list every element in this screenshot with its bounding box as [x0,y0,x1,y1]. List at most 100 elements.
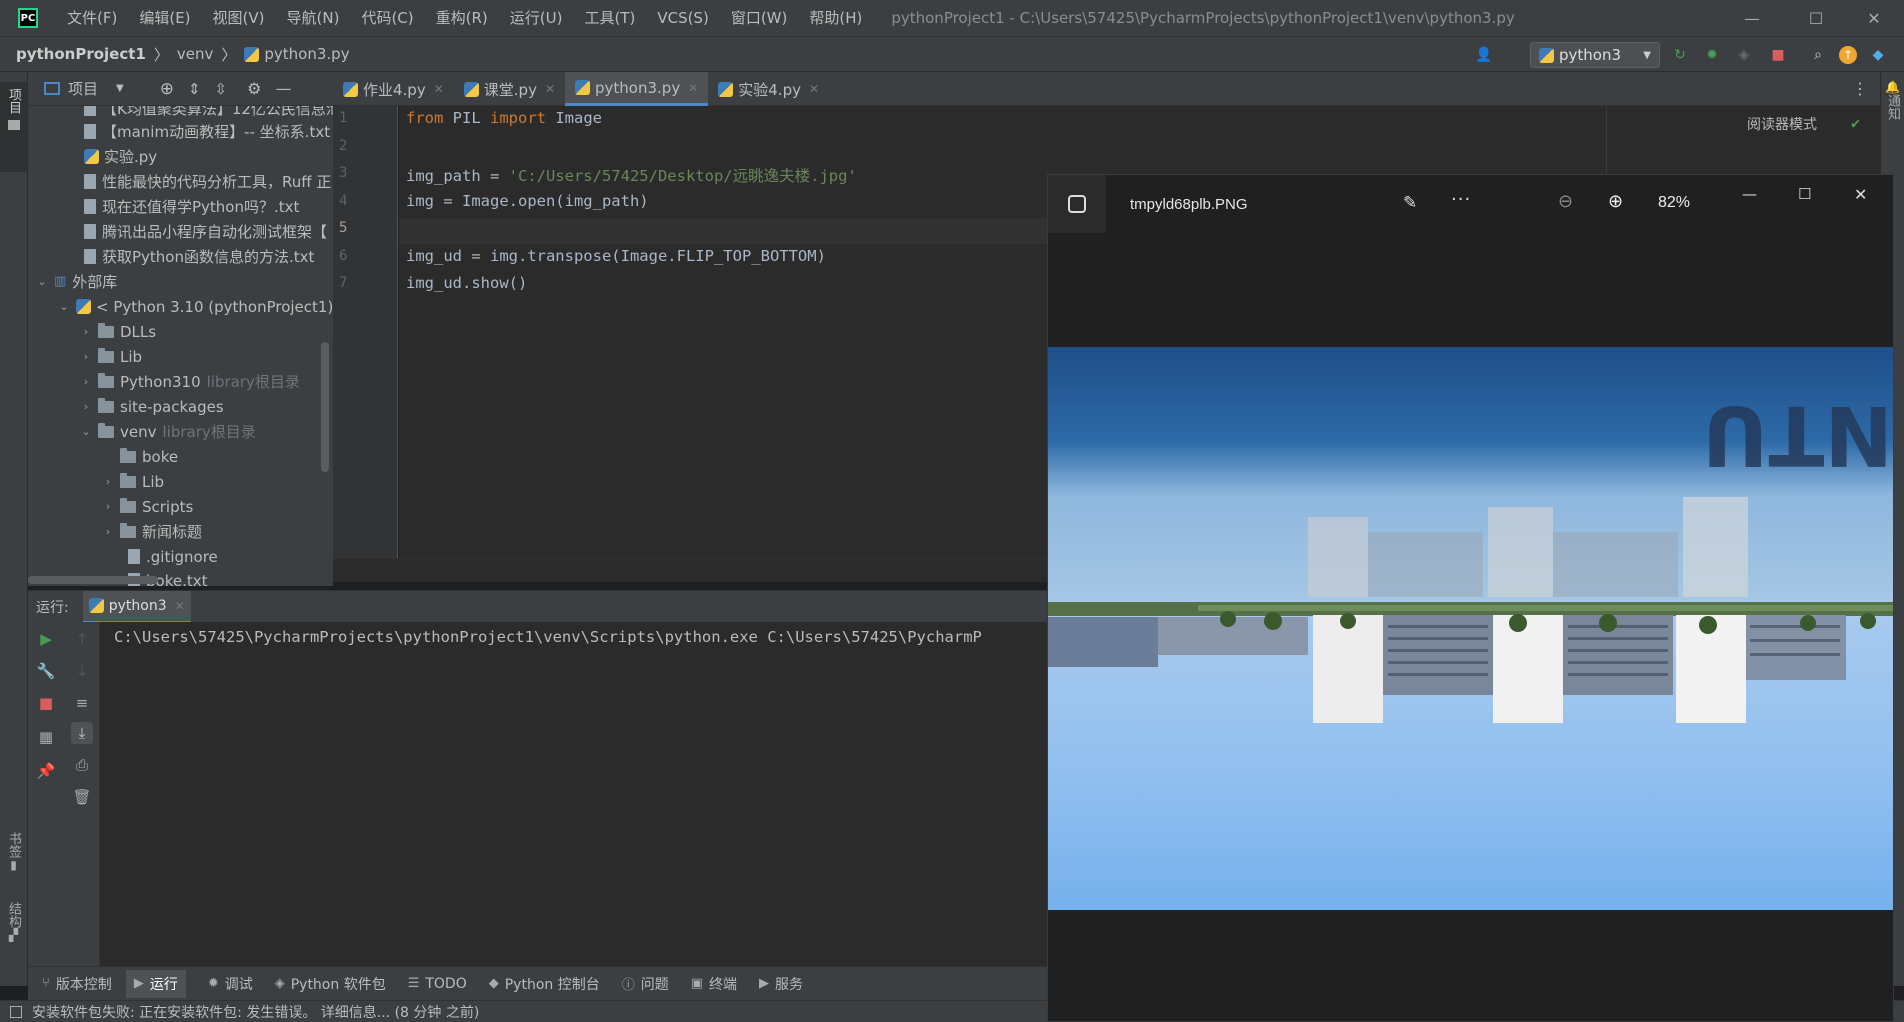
gallery-button[interactable] [1048,175,1106,233]
tree-item[interactable]: › site-packages [78,394,224,419]
tree-item-external-libs[interactable]: ⌄ ▥ 外部库 [34,269,117,294]
menu-run[interactable]: 运行(U) [499,0,574,36]
bookmarks-tool-button[interactable]: 书签 ▮ [0,832,27,872]
close-icon[interactable]: ✕ [1854,185,1867,204]
menu-help[interactable]: 帮助(H) [798,0,873,36]
tree-item[interactable]: 获取Python函数信息的方法.txt [84,244,314,269]
menu-view[interactable]: 视图(V) [202,0,276,36]
chevron-down-icon[interactable]: ▼ [116,83,124,94]
tool-python-packages[interactable]: ◈ Python 软件包 [275,974,386,994]
reader-mode-button[interactable]: 阅读器模式 [1747,114,1817,134]
locate-icon[interactable]: ⊕ [160,79,174,99]
structure-tool-button[interactable]: 结构 ▞ [0,902,27,942]
soft-wrap-icon[interactable]: ≡ [71,692,93,714]
tree-item[interactable]: 性能最快的代码分析工具，Ruff 正 [84,169,331,194]
search-icon[interactable]: ⌕ [1808,45,1828,65]
tool-debug[interactable]: ✹ 调试 [208,974,253,994]
expand-all-icon[interactable]: ⇕ [188,80,201,98]
tree-item[interactable]: › DLLs [78,319,156,344]
tree-item[interactable]: › Python310 library根目录 [78,369,300,394]
rerun-icon[interactable]: ↻ [1670,45,1690,65]
pin-icon[interactable]: 📌 [35,760,57,782]
tool-python-console[interactable]: ◆ Python 控制台 [489,974,600,994]
tool-version-control[interactable]: ⑂ 版本控制 [42,974,112,994]
debug-icon[interactable]: ✹ [1702,45,1722,65]
minimize-icon[interactable]: — [1742,185,1757,203]
notifications-tool-button[interactable]: 🔔 通知 [1881,80,1904,120]
arrow-up-icon[interactable]: ↑ [71,628,93,650]
menu-code[interactable]: 代码(C) [350,0,424,36]
tree-item[interactable]: › Lib [78,344,142,369]
menu-navigate[interactable]: 导航(N) [276,0,351,36]
tree-item[interactable]: .gitignore [128,544,218,569]
more-tabs-icon[interactable]: ⋮ [1852,72,1868,105]
wrench-icon[interactable]: 🔧 [35,660,57,682]
tree-item[interactable]: 现在还值得学Python吗？.txt [84,194,299,219]
tree-item[interactable]: 腾讯出品小程序自动化测试框架【 [84,219,327,244]
breadcrumb-project[interactable]: pythonProject1 [16,45,146,63]
tool-terminal[interactable]: ▣ 终端 [691,974,737,994]
trash-icon[interactable]: 🗑 [71,786,93,808]
tree-item-python-sdk[interactable]: ⌄ < Python 3.10 (pythonProject1) [56,294,333,319]
project-tool-button[interactable]: 项目 [0,82,27,172]
tree-scrollbar[interactable] [321,342,329,472]
close-icon[interactable]: ✕ [688,81,698,95]
menu-window[interactable]: 窗口(W) [720,0,799,36]
breadcrumb-file[interactable]: python3.py [264,45,349,63]
hide-icon[interactable]: — [275,79,291,98]
menu-edit[interactable]: 编辑(E) [128,0,201,36]
close-icon[interactable]: ✕ [434,82,444,96]
status-message[interactable]: 安装软件包失败: 正在安装软件包: 发生错误。 详细信息... (8 分钟 之前… [32,1002,479,1022]
tab-homework4[interactable]: 作业4.py ✕ [333,72,454,106]
menu-file[interactable]: 文件(F) [56,0,128,36]
tab-classroom[interactable]: 课堂.py ✕ [454,72,565,106]
tool-todo[interactable]: ☰ TODO [408,976,467,992]
layout-toggle-icon[interactable] [10,1005,22,1018]
close-icon[interactable]: ✕ [545,82,555,96]
close-icon[interactable]: ✕ [809,82,819,96]
tab-experiment4[interactable]: 实验4.py ✕ [708,72,829,106]
minimize-button[interactable]: — [1724,0,1780,36]
tree-item[interactable]: boke [120,444,178,469]
arrow-down-icon[interactable]: ↓ [71,660,93,682]
zoom-out-icon[interactable]: ⊖ [1558,191,1573,212]
tool-problems[interactable]: ⓘ 问题 [622,974,669,994]
tree-item[interactable]: › Lib [100,469,164,494]
menu-vcs[interactable]: VCS(S) [646,0,719,36]
more-options-icon[interactable]: ··· [1451,189,1471,210]
coverage-icon[interactable]: ◈ [1734,45,1754,65]
tool-services[interactable]: ▶ 服务 [759,974,803,994]
menu-refactor[interactable]: 重构(R) [425,0,499,36]
zoom-in-icon[interactable]: ⊕ [1608,191,1623,212]
tree-item[interactable]: 【manim动画教程】-- 坐标系.txt [84,119,330,144]
close-window-button[interactable]: ✕ [1846,0,1902,36]
tree-hscrollbar[interactable] [28,576,158,584]
stop-icon[interactable]: ■ [1768,45,1788,65]
structure-tool-label: 结构 [6,902,21,928]
maximize-button[interactable]: ☐ [1788,0,1844,36]
project-view-select[interactable]: 项目 [68,78,98,99]
gear-icon[interactable]: ⚙ [247,79,261,98]
print-icon[interactable]: ⎙ [71,754,93,776]
maximize-icon[interactable]: ☐ [1798,185,1811,203]
layout-icon[interactable]: ▦ [35,726,57,748]
tree-item[interactable]: › Scripts [100,494,193,519]
run-config-select[interactable]: python3 ▼ [1530,42,1660,68]
menu-tools[interactable]: 工具(T) [573,0,646,36]
update-icon[interactable]: ↑ [1838,45,1858,65]
close-icon[interactable]: ✕ [175,599,185,613]
tool-run[interactable]: ▶ 运行 [125,969,186,998]
stop-icon[interactable]: ■ [35,692,57,714]
breadcrumb-venv[interactable]: venv [177,45,214,63]
edit-image-icon[interactable]: ✎ [1403,193,1417,213]
scroll-to-end-icon[interactable]: ⤓ [71,722,93,744]
tab-python3[interactable]: python3.py ✕ [565,72,709,106]
tree-item[interactable]: › 新闻标题 [100,519,202,544]
collapse-all-icon[interactable]: ⇳ [215,80,228,98]
run-icon[interactable]: ▶ [35,628,57,650]
run-tab[interactable]: python3 ✕ [82,590,191,623]
account-icon[interactable]: 👤 [1474,45,1494,65]
tree-item[interactable]: 实验.py [84,144,157,169]
jetbrains-ai-icon[interactable]: ◆ [1868,45,1888,65]
tree-item[interactable]: ⌄ venv library根目录 [78,419,256,444]
